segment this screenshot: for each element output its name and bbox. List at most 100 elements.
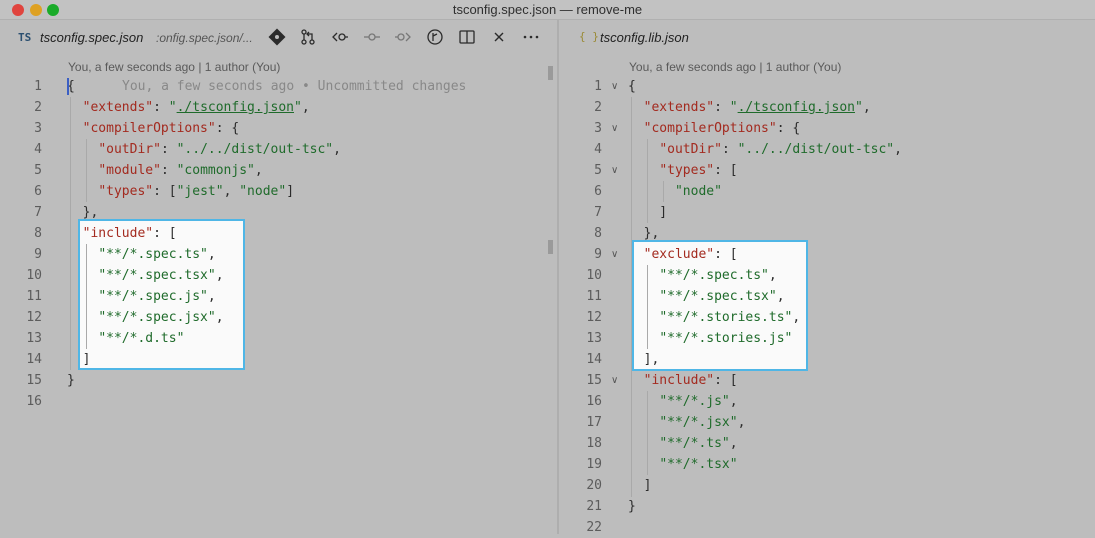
left-code-line[interactable]: "**/*.spec.ts", [67, 244, 215, 265]
right-code-line[interactable]: ] [628, 202, 667, 223]
left-code-line[interactable]: }, [67, 202, 99, 223]
left-line-number: 2 [34, 100, 42, 115]
right-line-number: 22 [586, 520, 602, 535]
left-scrollbar-mark[interactable] [548, 66, 553, 80]
left-tab-bar: TS tsconfig.spec.json :onfig.spec.json/.… [0, 20, 557, 56]
right-code-line[interactable]: "types": [ [628, 160, 737, 181]
left-code-line[interactable]: "include": [ [67, 223, 177, 244]
right-line-number: 19 [586, 457, 602, 472]
left-code-line[interactable]: "outDir": "../../dist/out-tsc", [67, 139, 341, 160]
git-commit-icon[interactable] [268, 28, 286, 46]
left-line-number: 5 [34, 163, 42, 178]
right-blame-header[interactable]: You, a few seconds ago | 1 author (You) [629, 60, 841, 74]
close-icon[interactable] [490, 28, 508, 46]
right-code-line[interactable]: } [628, 496, 636, 517]
right-line-number: 3 [594, 121, 602, 136]
left-code-line[interactable]: "**/*.d.ts" [67, 328, 184, 349]
right-code-line[interactable]: "outDir": "../../dist/out-tsc", [628, 139, 902, 160]
compass-icon[interactable] [426, 28, 444, 46]
right-code-line[interactable]: }, [628, 223, 660, 244]
right-code-line[interactable]: "**/*.spec.tsx", [628, 286, 784, 307]
right-line-number: 10 [586, 268, 602, 283]
commit-node-icon[interactable] [363, 28, 381, 46]
right-code-line[interactable]: "**/*.stories.js" [628, 328, 792, 349]
right-line-number: 12 [586, 310, 602, 325]
right-code-line[interactable]: ] [628, 475, 652, 496]
right-line-number: 1 [594, 79, 602, 94]
right-line-number: 13 [586, 331, 602, 346]
left-line-number: 9 [34, 247, 42, 262]
json-file-icon: { } [579, 30, 599, 43]
right-code-line[interactable]: "**/*.tsx" [628, 454, 737, 475]
left-line-number: 11 [26, 289, 42, 304]
right-code-line[interactable]: "exclude": [ [628, 244, 738, 265]
fold-chevron-icon[interactable]: ∨ [611, 76, 621, 97]
right-line-number: 15 [586, 373, 602, 388]
right-line-number: 4 [594, 142, 602, 157]
left-line-number: 7 [34, 205, 42, 220]
typescript-file-icon: TS [18, 31, 32, 44]
right-code-line[interactable]: { [628, 76, 636, 97]
pull-request-icon[interactable] [299, 28, 317, 46]
right-line-number: 8 [594, 226, 602, 241]
text-cursor [67, 78, 69, 95]
left-code-line[interactable]: } [67, 370, 75, 391]
title-bar: tsconfig.spec.json — remove-me [0, 0, 1095, 20]
left-code-line[interactable]: "extends": "./tsconfig.json", [67, 97, 310, 118]
go-back-icon[interactable] [331, 28, 349, 46]
right-line-number: 21 [586, 499, 602, 514]
window-title: tsconfig.spec.json — remove-me [452, 2, 643, 17]
more-icon[interactable] [522, 28, 540, 46]
right-line-number: 17 [586, 415, 602, 430]
right-code-line[interactable]: "include": [ [628, 370, 738, 391]
left-code-line[interactable]: "**/*.spec.tsx", [67, 265, 223, 286]
right-code-line[interactable]: "compilerOptions": { [628, 118, 801, 139]
left-line-number: 6 [34, 184, 42, 199]
right-code-line[interactable]: "**/*.js", [628, 391, 737, 412]
right-code-line[interactable]: "**/*.ts", [628, 433, 737, 454]
left-code-line[interactable]: "module": "commonjs", [67, 160, 262, 181]
left-code-line[interactable]: "types": ["jest", "node"] [67, 181, 294, 202]
right-code-line[interactable]: "**/*.stories.ts", [628, 307, 800, 328]
left-blame-header[interactable]: You, a few seconds ago | 1 author (You) [68, 60, 280, 74]
right-tab-bar: { } tsconfig.lib.json [559, 20, 1095, 56]
right-line-number: 14 [586, 352, 602, 367]
right-code-line[interactable]: "node" [628, 181, 722, 202]
left-code-line[interactable]: "**/*.spec.js", [67, 286, 215, 307]
left-line-number: 12 [26, 310, 42, 325]
left-code-line[interactable]: "**/*.spec.jsx", [67, 307, 223, 328]
right-line-number: 18 [586, 436, 602, 451]
right-line-number: 11 [586, 289, 602, 304]
right-line-number: 5 [594, 163, 602, 178]
left-line-number: 15 [26, 373, 42, 388]
left-code-line[interactable]: ] [67, 349, 91, 370]
left-line-number: 13 [26, 331, 42, 346]
right-code-line[interactable]: ], [628, 349, 660, 370]
fold-chevron-icon[interactable]: ∨ [611, 118, 621, 139]
tab-path: :onfig.spec.json/... [156, 31, 253, 45]
editor-split-divider[interactable] [557, 20, 559, 534]
left-code-line[interactable]: "compilerOptions": { [67, 118, 240, 139]
split-editor-icon[interactable] [458, 28, 476, 46]
left-line-number: 3 [34, 121, 42, 136]
right-code-line[interactable]: "extends": "./tsconfig.json", [628, 97, 871, 118]
inline-blame: You, a few seconds ago • Uncommitted cha… [122, 79, 467, 94]
right-code-line[interactable]: "**/*.jsx", [628, 412, 745, 433]
go-forward-icon[interactable] [394, 28, 412, 46]
right-line-number: 16 [586, 394, 602, 409]
tab-tsconfig-lib[interactable]: tsconfig.lib.json [600, 30, 689, 45]
tab-tsconfig-spec[interactable]: tsconfig.spec.json [40, 30, 143, 45]
fold-chevron-icon[interactable]: ∨ [611, 160, 621, 181]
right-line-number: 9 [594, 247, 602, 262]
right-line-number: 7 [594, 205, 602, 220]
fold-chevron-icon[interactable]: ∨ [611, 244, 621, 265]
right-code-line[interactable]: "**/*.spec.ts", [628, 265, 776, 286]
right-line-number: 2 [594, 100, 602, 115]
right-line-number: 20 [586, 478, 602, 493]
left-line-number: 4 [34, 142, 42, 157]
fold-chevron-icon[interactable]: ∨ [611, 370, 621, 391]
left-line-number: 10 [26, 268, 42, 283]
left-line-number: 16 [26, 394, 42, 409]
left-line-number: 1 [34, 79, 42, 94]
left-scrollbar-mark-2[interactable] [548, 240, 553, 254]
